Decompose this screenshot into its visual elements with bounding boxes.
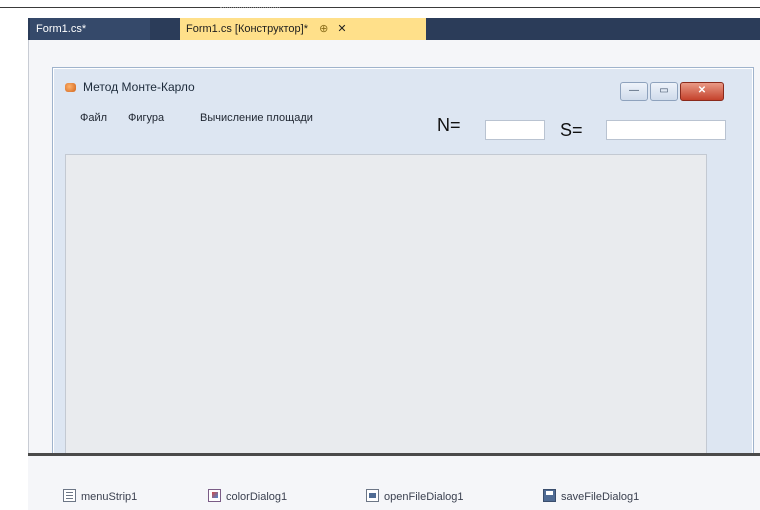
drawing-panel[interactable] [65, 154, 707, 460]
tray-item-colordialog[interactable]: colorDialog1 [208, 489, 287, 503]
component-tray: menuStrip1 colorDialog1 openFileDialog1 … [28, 456, 760, 510]
tab-form1-code[interactable]: Form1.cs* [30, 18, 150, 40]
tray-item-menustrip[interactable]: menuStrip1 [63, 489, 137, 503]
n-label: N= [437, 115, 461, 135]
pin-tab-icon[interactable]: ⊕ [319, 23, 328, 35]
form-titlebar: Метод Монте-Карло — ▭ ✕ [53, 68, 753, 108]
tray-item-label: menuStrip1 [81, 491, 138, 503]
maximize-button[interactable]: ▭ [650, 82, 678, 101]
menu-item-file[interactable]: Файл [80, 112, 107, 124]
tab-label: Form1.cs [Конструктор]* [186, 23, 309, 35]
s-textbox[interactable] [606, 120, 726, 140]
color-dialog-icon [208, 489, 221, 502]
tray-item-savefiledialog[interactable]: saveFileDialog1 [543, 489, 639, 503]
minimize-button[interactable]: — [620, 82, 648, 101]
tray-item-label: saveFileDialog1 [561, 491, 640, 503]
top-rule [0, 0, 760, 8]
menu-strip-icon [63, 489, 76, 502]
document-tab-strip: Form1.cs* Form1.cs [Конструктор]* ⊕ ✕ [28, 18, 760, 40]
close-tab-icon[interactable]: ✕ [337, 23, 346, 35]
tab-form1-designer[interactable]: Form1.cs [Конструктор]* ⊕ ✕ [180, 18, 426, 40]
app-icon [65, 83, 76, 92]
open-file-dialog-icon [366, 489, 379, 502]
tray-item-openfiledialog[interactable]: openFileDialog1 [366, 489, 464, 503]
menu-item-area-calc[interactable]: Вычисление площади [200, 112, 313, 124]
tab-label: Form1.cs* [36, 23, 87, 35]
s-label: S= [560, 120, 583, 140]
tray-item-label: openFileDialog1 [384, 491, 464, 503]
save-file-dialog-icon [543, 489, 556, 502]
top-tick [220, 0, 280, 8]
menu-item-figure[interactable]: Фигура [128, 112, 164, 124]
form-window[interactable]: Метод Монте-Карло — ▭ ✕ Файл Фигура Вычи… [52, 67, 754, 460]
tray-item-label: colorDialog1 [226, 491, 288, 503]
n-textbox[interactable] [485, 120, 545, 140]
close-button[interactable]: ✕ [680, 82, 724, 101]
form-title: Метод Монте-Карло [83, 80, 195, 94]
